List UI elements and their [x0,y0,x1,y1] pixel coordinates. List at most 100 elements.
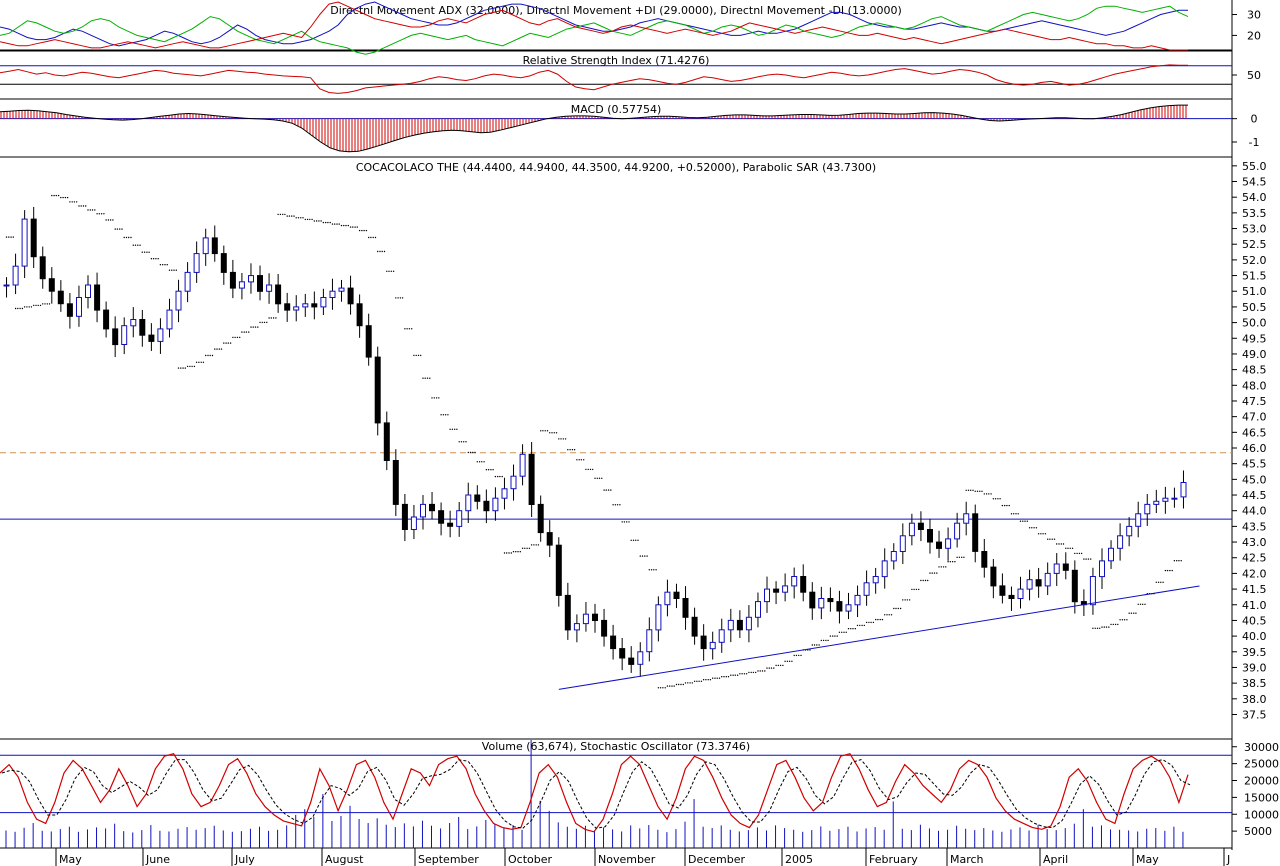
parabolic-sar-dot [515,551,517,553]
parabolic-sar-dot [524,547,526,549]
parabolic-sar-dot [748,671,750,674]
parabolic-sar-dot [21,307,24,310]
parabolic-sar-dot [517,551,519,553]
parabolic-sar-dot [10,236,12,238]
parabolic-sar-dot [98,213,101,215]
parabolic-sar-dot [1051,538,1053,540]
parabolic-sar-dot [424,377,426,379]
parabolic-sar-dot [918,588,920,591]
parabolic-sar-dot [8,236,10,238]
parabolic-sar-dot [644,555,646,557]
parabolic-sar-dot [942,566,945,568]
parabolic-sar-dot [1078,552,1081,555]
parabolic-sar-dot [1024,520,1026,522]
candle-body [1089,576,1096,606]
parabolic-sar-dot [610,489,612,491]
candle-body [275,284,282,305]
parabolic-sar-dot [673,685,675,687]
macd-tick-label: 0 [1251,113,1258,126]
parabolic-sar-dot [243,331,245,333]
parabolic-sar-dot [1164,569,1167,572]
parabolic-sar-dot [745,673,748,675]
parabolic-sar-dot [263,321,266,324]
parabolic-sar-dot [945,566,947,568]
parabolic-sar-dot [80,205,82,207]
parabolic-sar-dot [33,304,35,307]
parabolic-sar-dot [743,673,746,675]
candle-body [429,503,435,512]
parabolic-sar-dot [388,270,390,272]
parabolic-sar-dot [895,607,897,610]
candle-body [57,290,64,305]
price-tick-label: 38.0 [1242,693,1267,706]
parabolic-sar-dot [508,552,510,554]
parabolic-sar-dot [847,628,850,630]
parabolic-sar-dot [614,504,617,506]
parabolic-sar-dot [198,361,200,363]
month-label: February [869,853,918,866]
parabolic-sar-dot [567,449,569,451]
parabolic-sar-dot [893,607,895,610]
candle-body [936,541,942,549]
parabolic-sar-dot [100,213,103,215]
parabolic-sar-dot [306,218,309,221]
parabolic-sar-dot [1133,612,1135,614]
candle-body [12,265,19,286]
parabolic-sar-dot [970,489,972,491]
candle-body [700,635,707,650]
parabolic-sar-dot [173,269,175,271]
parabolic-sar-dot [429,377,431,379]
parabolic-sar-dot [327,221,329,224]
parabolic-sar-dot [639,555,641,557]
parabolic-sar-dot [184,367,186,369]
parabolic-sar-dot [128,236,130,239]
parabolic-sar-dot [476,461,478,463]
candle-body [356,303,363,327]
parabolic-sar-dot [868,621,870,624]
month-label: August [325,853,364,866]
parabolic-sar-dot [1117,623,1119,626]
price-tick-label: 52.5 [1242,238,1267,251]
candle-body [501,488,508,499]
candle-body [881,560,888,578]
parabolic-sar-dot [123,236,125,239]
parabolic-sar-dot [592,468,594,471]
parabolic-sar-dot [698,680,700,682]
parabolic-sar-dot [961,556,963,558]
candle-body [1062,563,1069,571]
parabolic-sar-dot [121,228,123,230]
candle-body [112,328,119,346]
parabolic-sar-dot [800,654,802,657]
parabolic-sar-dot [752,671,755,674]
parabolic-sar-dot [19,307,21,310]
parabolic-sar-dot [85,205,87,207]
parabolic-sar-dot [972,489,974,491]
parabolic-sar-dot [1094,627,1096,629]
parabolic-sar-dot [834,635,836,637]
candle-body [546,532,553,546]
parabolic-sar-dot [1062,543,1065,545]
parabolic-sar-dot [1119,619,1121,621]
parabolic-sar-dot [904,599,906,601]
candle-body [320,297,327,308]
parabolic-sar-dot [603,489,605,491]
price-tick-label: 48.5 [1242,364,1267,377]
parabolic-sar-dot [223,342,225,344]
parabolic-sar-dot [386,270,388,272]
parabolic-sar-dot [1049,538,1051,540]
candle-body [836,601,843,612]
parabolic-sar-dot [87,209,89,211]
parabolic-sar-dot [619,504,621,506]
price-tick-label: 53.5 [1242,207,1267,220]
parabolic-sar-dot [277,213,279,216]
parabolic-sar-dot [786,660,789,662]
parabolic-sar-dot [26,306,28,308]
candle-body [872,576,879,584]
candle-body [899,535,906,552]
parabolic-sar-dot [813,644,816,646]
parabolic-sar-dot [469,451,472,454]
candle-body [954,522,961,540]
parabolic-sar-dot [571,449,574,451]
candle-body [1044,572,1051,587]
parabolic-sar-dot [770,667,773,669]
